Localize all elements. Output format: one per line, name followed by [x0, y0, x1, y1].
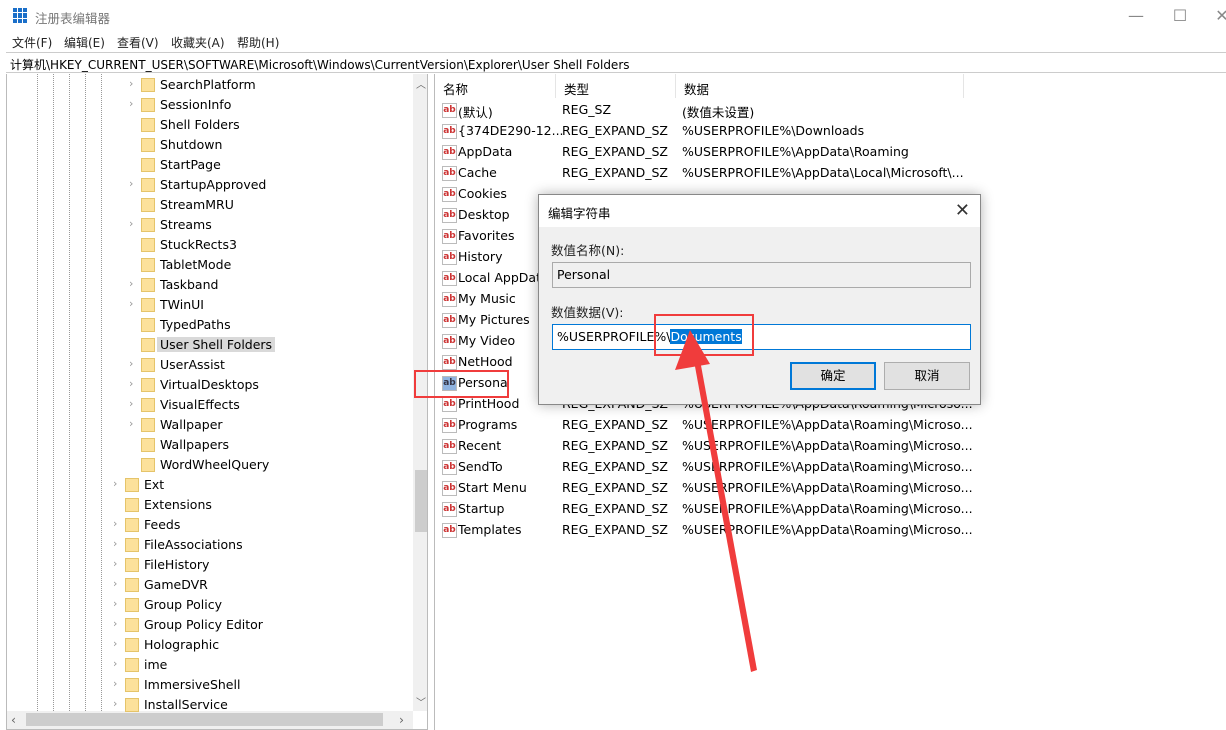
arrow-shaft: [694, 360, 757, 672]
arrow-head: [675, 330, 710, 370]
annotation-arrow: [675, 330, 757, 672]
